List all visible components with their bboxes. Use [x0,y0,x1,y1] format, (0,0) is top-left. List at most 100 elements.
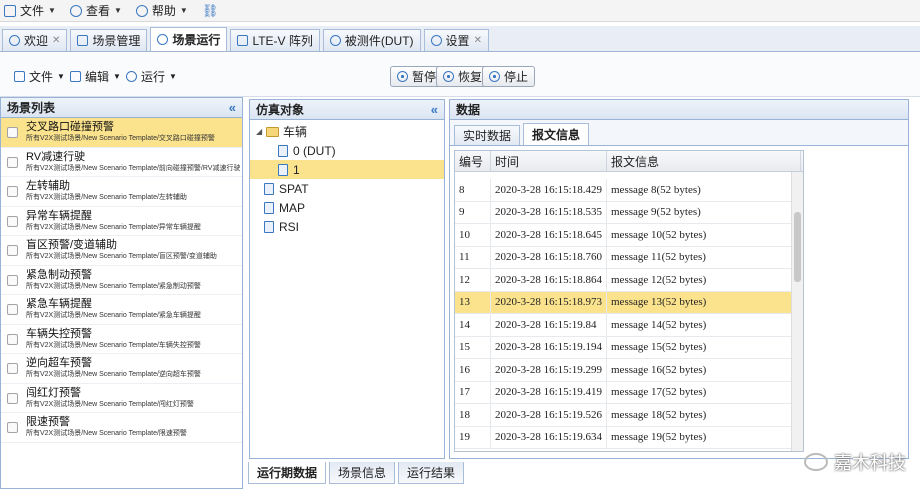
link-button[interactable]: ⛓ [202,3,219,19]
scenario-path: 所有V2X测试场景/New Scenario Template/车辆失控预警 [26,341,201,349]
menu-help[interactable]: 帮助 ▼ [135,2,188,19]
toolbar-edit-menu[interactable]: 编辑 ▼ [70,68,121,85]
checkbox[interactable] [7,304,18,315]
close-icon[interactable]: ✕ [474,35,482,46]
cell-time: 2020-3-28 16:15:19.194 [491,336,607,358]
table-row[interactable]: 13 2020-3-28 16:15:18.973 message 13(52 by… [455,291,803,314]
tab-scenario-management-label: 场景管理 [92,34,141,48]
scenario-name: 逆向超车预警 [26,357,92,369]
column-header-id[interactable]: 编号 [455,151,491,171]
scrollbar-thumb[interactable] [794,212,801,282]
stop-icon [489,71,500,82]
list-item[interactable]: 闯红灯预警 所有V2X测试场景/New Scenario Template/闯红灯… [1,384,242,413]
scenario-name: 车辆失控预警 [26,327,92,340]
toolbar-run-menu[interactable]: 运行 ▼ [126,68,177,85]
tab-realtime-data[interactable]: 实时数据 [454,125,521,145]
tab-settings[interactable]: 设置 ✕ [423,29,489,51]
menu-file[interactable]: 文件 ▼ [4,2,56,19]
scenario-list: 交叉路口碰撞预警 所有V2X测试场景/New Scenario Template/… [1,118,242,443]
scenario-path: 所有V2X测试场景/New Scenario Template/逆向超车预警 [26,371,201,378]
tab-scenario-management[interactable]: 场景管理 [70,29,148,51]
chevron-down-icon: ▼ [48,6,56,15]
scenario-name: RV减速行驶 [26,150,86,163]
table-row[interactable]: 15 2020-3-28 16:15:19.194 message 15(52 by… [455,336,803,359]
tab-ltev-array[interactable]: LTE-V 阵列 [230,29,320,51]
help-icon [135,4,148,17]
tab-welcome[interactable]: 欢迎 ✕ [2,29,68,51]
checkbox[interactable] [7,392,18,404]
table-row[interactable]: 17 2020-3-28 16:15:19.419 message 17(52 by… [455,381,803,404]
table-row[interactable]: 9 2020-3-28 16:15:18.535 message 9(52 byte… [455,201,803,224]
document-icon [278,163,288,176]
cell-time: 2020-3-28 16:15:18.973 [491,291,607,313]
table-row[interactable]: 8 2020-3-28 16:15:18.429 message 8(52 byte… [455,179,803,202]
collapse-icon[interactable]: « [431,102,438,117]
list-item[interactable]: 盲区预警/变道辅助 所有V2X测试场景/New Scenario Template… [1,236,242,266]
cell-id: 17 [455,381,491,403]
cell-id: 13 [455,291,491,313]
close-icon[interactable]: ✕ [52,35,60,46]
cell-message: message 14(52 bytes) [607,314,801,336]
checkbox[interactable] [7,333,18,345]
toolbar-file-menu[interactable]: 文件 ▼ [14,68,65,85]
checkbox[interactable] [7,274,18,286]
list-item[interactable]: 限速预警 所有V2X测试场景/New Scenario Template/限速预警 [1,413,242,443]
list-item[interactable]: 车辆失控预警 所有V2X测试场景/New Scenario Template/车辆… [1,325,242,354]
tab-dut[interactable]: 被测件(DUT) [322,29,421,51]
menu-view[interactable]: 查看 ▼ [69,2,122,19]
tab-message-info[interactable]: 报文信息 [523,123,590,145]
tree-node-label: SPAT [279,181,309,196]
table-row[interactable]: 16 2020-3-28 16:15:19.299 message 16(52 by… [455,359,803,382]
list-item[interactable]: 紧急车辆提醒 所有V2X测试场景/New Scenario Template/紧急… [1,295,242,325]
vertical-scrollbar[interactable] [791,172,803,451]
tree-node-map[interactable]: MAP [250,198,444,217]
table-row[interactable]: 10 2020-3-28 16:15:18.645 message 10(52 by… [455,224,803,247]
table-row[interactable]: 19 2020-3-28 16:15:19.634 message 19(52 by… [455,426,803,449]
tree-node-rsi[interactable]: RSI [250,217,444,236]
list-item[interactable]: 交叉路口碰撞预警 所有V2X测试场景/New Scenario Template/… [1,118,242,148]
cell-id: 8 [455,179,491,201]
cell-time: 2020-3-28 16:15:19.419 [491,381,607,403]
collapse-icon[interactable]: « [229,100,236,115]
list-item[interactable]: RV减速行驶 所有V2X测试场景/New Scenario Template/前向… [1,148,242,177]
cell-message: message 8(52 bytes) [607,179,801,201]
cell-time: 2020-3-28 16:15:18.429 [491,179,607,201]
expand-icon[interactable]: ◢ [256,127,266,136]
list-item[interactable]: 异常车辆提醒 所有V2X测试场景/New Scenario Template/异常… [1,207,242,236]
scenario-path: 所有V2X测试场景/New Scenario Template/左转辅助 [26,194,187,201]
checkbox[interactable] [7,156,18,168]
tree-node-vehicle-0[interactable]: 0 (DUT) [250,141,444,160]
checkbox[interactable] [7,215,18,227]
tab-scenario-run[interactable]: 场景运行 [150,27,228,51]
tab-run-results[interactable]: 运行结果 [398,462,465,484]
column-header-message[interactable]: 报文信息 [607,151,801,171]
list-item[interactable]: 紧急制动预警 所有V2X测试场景/New Scenario Template/紧急… [1,266,242,295]
tab-settings-label: 设置 [445,34,470,48]
cell-message: message 10(52 bytes) [607,224,801,246]
gear-icon [430,35,442,46]
checkbox[interactable] [7,245,18,256]
tree-node-spat[interactable]: SPAT [250,179,444,198]
table-row[interactable]: 11 2020-3-28 16:15:18.760 message 11(52 by… [455,246,803,269]
dut-icon [329,35,341,46]
checkbox[interactable] [7,127,18,138]
cell-message: message 9(52 bytes) [607,201,801,223]
checkbox[interactable] [7,186,18,197]
column-header-time[interactable]: 时间 [491,151,607,171]
tree-node-vehicle-1[interactable]: 1 [250,160,444,179]
table-row[interactable]: 18 2020-3-28 16:15:19.526 message 18(52 by… [455,404,803,427]
stop-button[interactable]: 停止 [482,66,536,87]
table-row[interactable]: 14 2020-3-28 16:15:19.84 message 14(52 byt… [455,314,803,337]
cell-id: 15 [455,336,491,358]
tree-node-vehicles[interactable]: ◢ 车辆 [250,122,444,141]
data-panel-title: 数据 [456,103,481,117]
list-item[interactable]: 左转辅助 所有V2X测试场景/New Scenario Template/左转辅助 [1,177,242,207]
tab-runtime-data[interactable]: 运行期数据 [248,462,327,484]
list-item[interactable]: 逆向超车预警所有V2X测试场景/New Scenario Template/逆向… [1,354,242,384]
scenario-path: 所有V2X测试场景/New Scenario Template/异常车辆提醒 [26,223,201,231]
tab-scenario-info[interactable]: 场景信息 [329,462,396,484]
checkbox[interactable] [7,422,18,433]
table-row[interactable]: 12 2020-3-28 16:15:18.864 message 12(52 by… [455,269,803,292]
checkbox[interactable] [7,363,18,374]
toolbar: 文件 ▼ 编辑 ▼ 运行 ▼ 暂停 恢复 停止 [0,53,920,97]
